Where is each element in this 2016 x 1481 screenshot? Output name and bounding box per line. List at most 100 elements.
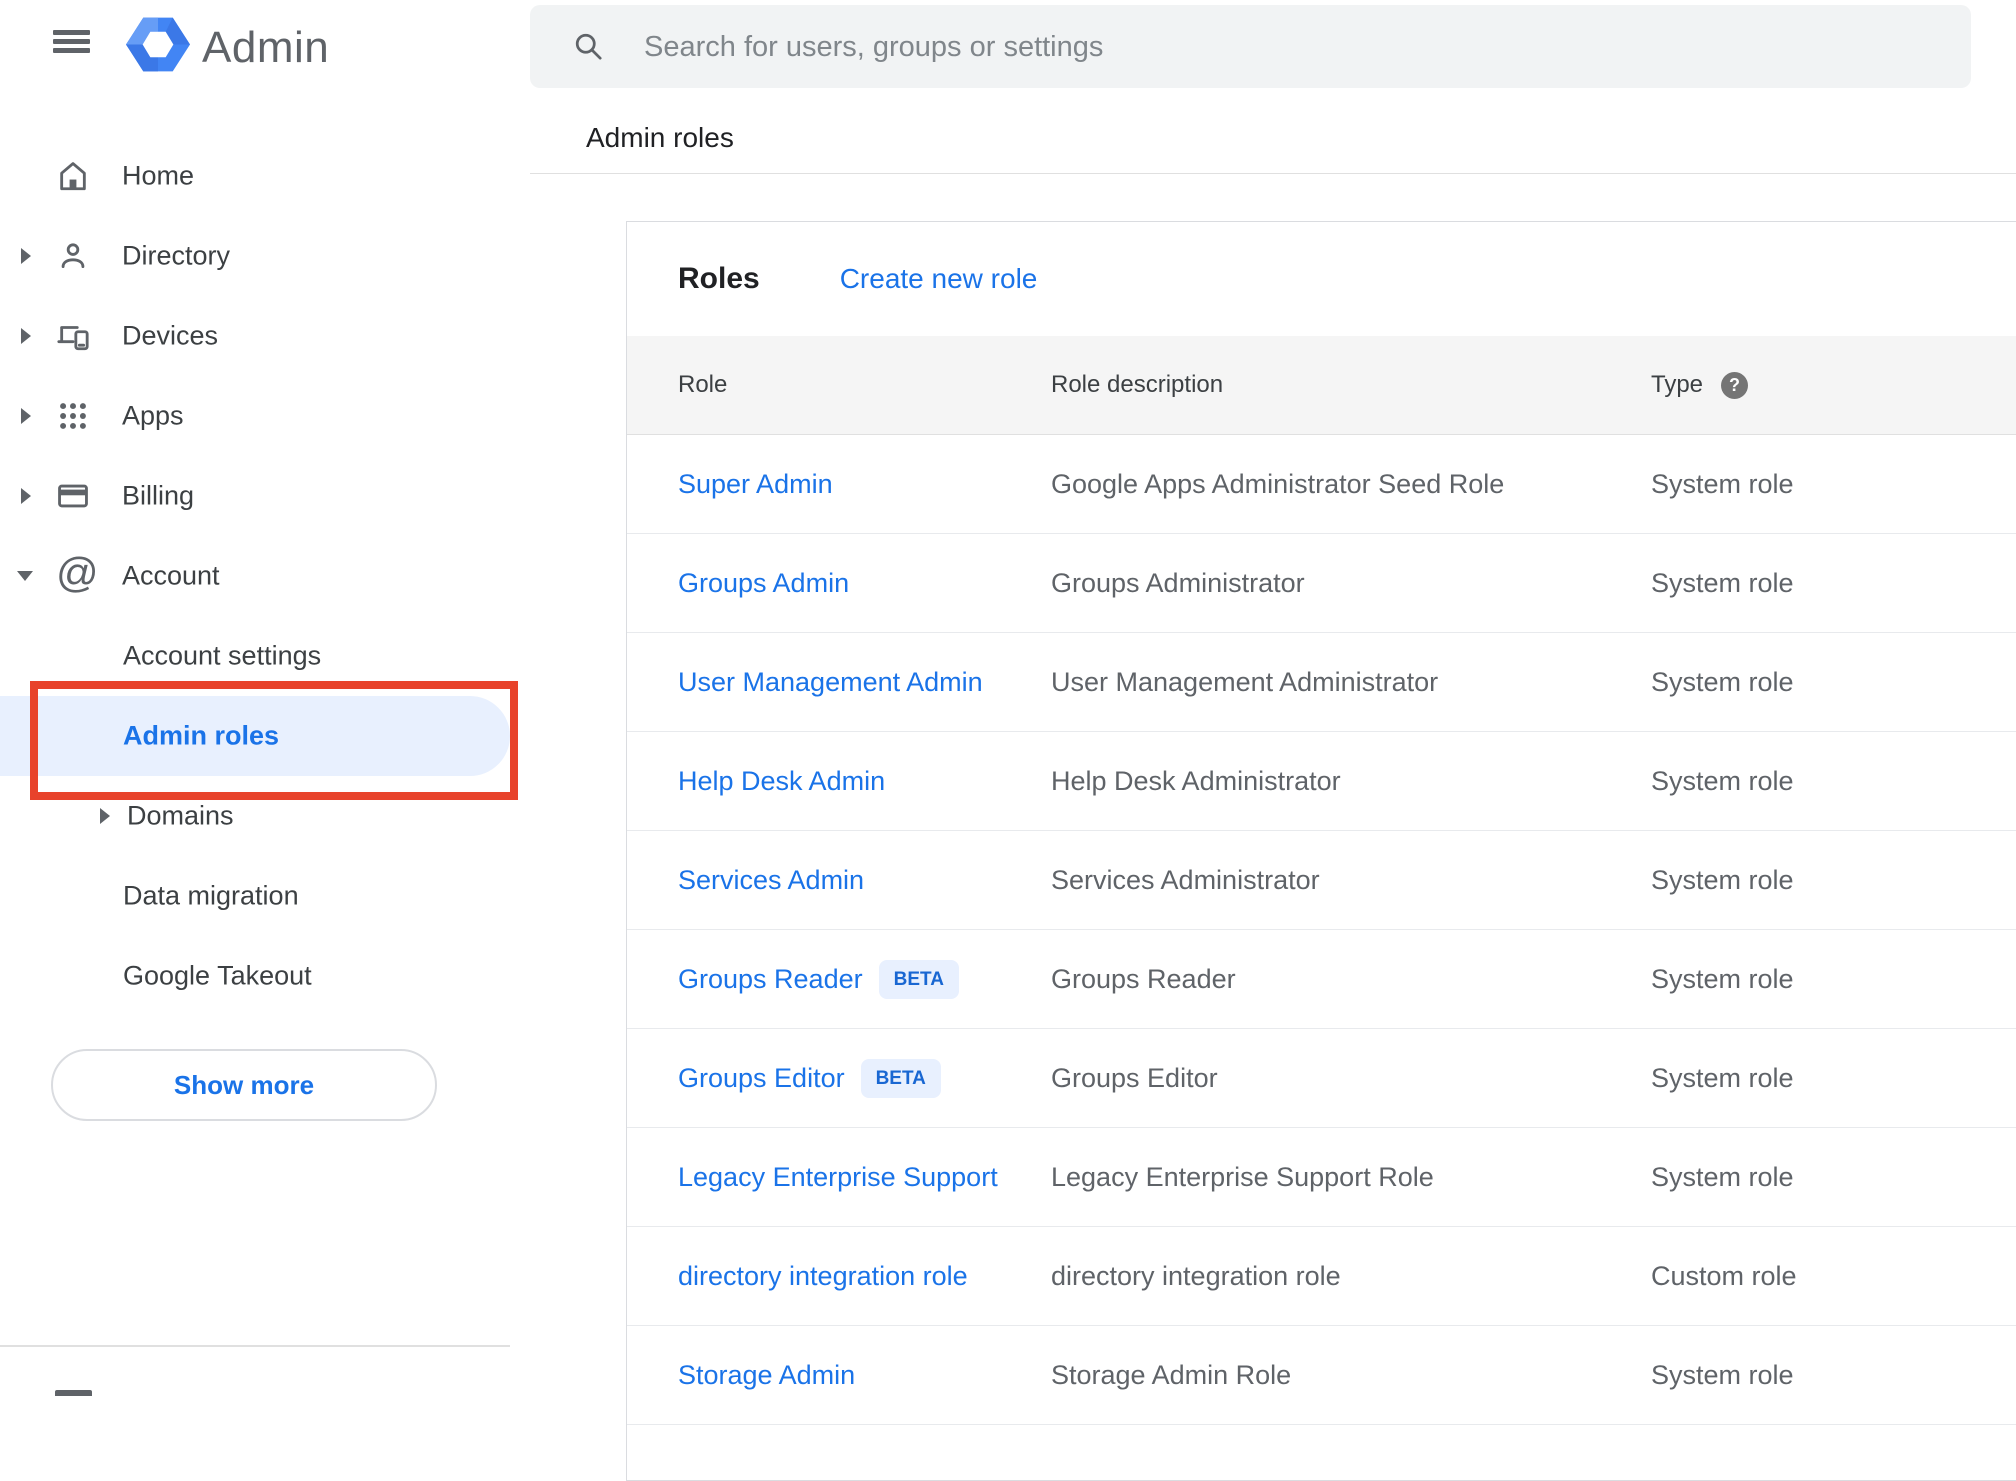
role-type: System role (1651, 864, 1794, 895)
create-new-role-link[interactable]: Create new role (840, 263, 1038, 295)
role-link[interactable]: Legacy Enterprise Support (678, 1162, 998, 1193)
admin-console-page: { "header": { "product_name": "Admin", "… (0, 0, 2016, 1481)
sidebar-item-label: Google Takeout (123, 960, 312, 991)
partial-bottom-icon (55, 1390, 92, 1396)
sidebar-item-label: Apps (122, 400, 184, 431)
role-description: Google Apps Administrator Seed Role (1051, 468, 1505, 499)
sidebar-item-label: Account settings (123, 640, 322, 671)
title-divider (530, 173, 2016, 174)
column-header-role: Role (678, 371, 728, 398)
role-description: User Management Administrator (1051, 666, 1439, 697)
collapse-caret-icon[interactable] (17, 571, 33, 581)
roles-card: Roles Create new role Role Role descript… (626, 221, 2016, 1481)
hamburger-bar (53, 30, 90, 35)
table-row: Storage Admin Storage Admin Role System … (627, 1326, 2016, 1425)
sidebar-item-label: Devices (122, 320, 219, 351)
role-link[interactable]: directory integration role (678, 1261, 968, 1292)
sidebar-item-directory[interactable]: Directory (0, 216, 510, 296)
sidebar-item-devices[interactable]: Devices (0, 296, 510, 376)
sidebar-item-label: Domains (127, 800, 234, 831)
devices-icon (56, 319, 90, 353)
role-description: directory integration role (1051, 1260, 1341, 1291)
sidebar-item-google-takeout[interactable]: Google Takeout (0, 936, 510, 1016)
expand-caret-icon[interactable] (21, 248, 31, 264)
show-more-button[interactable]: Show more (51, 1049, 437, 1121)
sidebar-divider (0, 1345, 510, 1347)
help-icon[interactable]: ? (1721, 371, 1749, 399)
table-row: Groups Admin Groups Administrator System… (627, 534, 2016, 633)
role-link[interactable]: Groups Admin (678, 568, 849, 599)
hamburger-menu-icon[interactable] (53, 30, 90, 53)
role-link[interactable]: Services Admin (678, 865, 864, 896)
role-type: System role (1651, 765, 1794, 796)
sidebar-item-label: Data migration (123, 880, 299, 911)
sidebar-item-account-settings[interactable]: Account settings (0, 616, 510, 696)
sidebar-item-data-migration[interactable]: Data migration (0, 856, 510, 936)
table-row: Groups Editor BETA Groups Editor System … (627, 1029, 2016, 1128)
admin-logo-icon[interactable] (126, 16, 190, 73)
home-icon (56, 159, 90, 193)
sidebar-item-billing[interactable]: Billing (0, 456, 510, 536)
sidebar-item-label: Admin roles (123, 720, 280, 751)
column-header-type-label: Type (1651, 371, 1704, 398)
role-link[interactable]: Groups Editor (678, 1063, 845, 1094)
role-type: System role (1651, 1062, 1794, 1093)
role-type: System role (1651, 666, 1794, 697)
role-link[interactable]: User Management Admin (678, 667, 983, 698)
expand-caret-icon[interactable] (21, 408, 31, 424)
sidebar-item-home[interactable]: Home (0, 136, 510, 216)
sidebar-item-account[interactable]: @ Account (0, 536, 510, 616)
role-type: System role (1651, 1359, 1794, 1390)
expand-caret-icon[interactable] (21, 328, 31, 344)
expand-caret-icon[interactable] (100, 808, 110, 824)
beta-badge: BETA (878, 959, 959, 999)
column-header-type: Type ? (1651, 371, 2016, 399)
search-bar[interactable] (530, 5, 1971, 90)
role-description: Help Desk Administrator (1051, 765, 1341, 796)
billing-icon (56, 479, 90, 513)
table-row: Super Admin Google Apps Administrator Se… (627, 435, 2016, 534)
hamburger-bar (53, 48, 90, 53)
role-type: System role (1651, 567, 1794, 598)
sidebar-item-admin-roles[interactable]: Admin roles (0, 696, 510, 776)
sidebar-item-label: Account (122, 560, 220, 591)
role-description: Groups Editor (1051, 1062, 1218, 1093)
role-type: Custom role (1651, 1260, 1797, 1291)
role-type: System role (1651, 1161, 1794, 1192)
sidebar-item-label: Billing (122, 480, 195, 511)
roles-table-header: Role Role description Type ? (627, 336, 2016, 435)
role-description: Services Administrator (1051, 864, 1320, 895)
role-type: System role (1651, 963, 1794, 994)
expand-caret-icon[interactable] (21, 488, 31, 504)
apps-icon (56, 399, 90, 433)
column-header-role-description: Role description (1051, 371, 1224, 398)
role-link[interactable]: Groups Reader (678, 964, 863, 995)
role-description: Storage Admin Role (1051, 1359, 1292, 1390)
table-row: Groups Reader BETA Groups Reader System … (627, 930, 2016, 1029)
role-link[interactable]: Storage Admin (678, 1360, 855, 1391)
roles-card-header: Roles Create new role (627, 222, 2016, 336)
sidebar-item-apps[interactable]: Apps (0, 376, 510, 456)
table-row: User Management Admin User Management Ad… (627, 633, 2016, 732)
sidebar-item-label: Directory (122, 240, 231, 271)
account-icon: @ (56, 549, 99, 596)
role-type: System role (1651, 468, 1794, 499)
table-row: Help Desk Admin Help Desk Administrator … (627, 732, 2016, 831)
sidebar-item-label: Home (122, 160, 195, 191)
search-input[interactable] (642, 5, 1896, 90)
sidebar-item-domains[interactable]: Domains (0, 776, 510, 856)
role-description: Groups Reader (1051, 963, 1236, 994)
table-row: directory integration role directory int… (627, 1227, 2016, 1326)
table-row: Legacy Enterprise Support Legacy Enterpr… (627, 1128, 2016, 1227)
search-icon (575, 33, 602, 60)
hamburger-bar (53, 39, 90, 44)
role-link[interactable]: Help Desk Admin (678, 766, 885, 797)
role-link[interactable]: Super Admin (678, 469, 833, 500)
role-description: Legacy Enterprise Support Role (1051, 1161, 1434, 1192)
roles-table-body: Super Admin Google Apps Administrator Se… (627, 435, 2016, 1425)
sidebar-nav: Home Directory Devices Apps Billing @ Ac… (0, 136, 510, 1016)
beta-badge: BETA (860, 1058, 941, 1098)
roles-heading: Roles (678, 262, 760, 295)
page-title: Admin roles (586, 122, 734, 153)
table-row: Services Admin Services Administrator Sy… (627, 831, 2016, 930)
